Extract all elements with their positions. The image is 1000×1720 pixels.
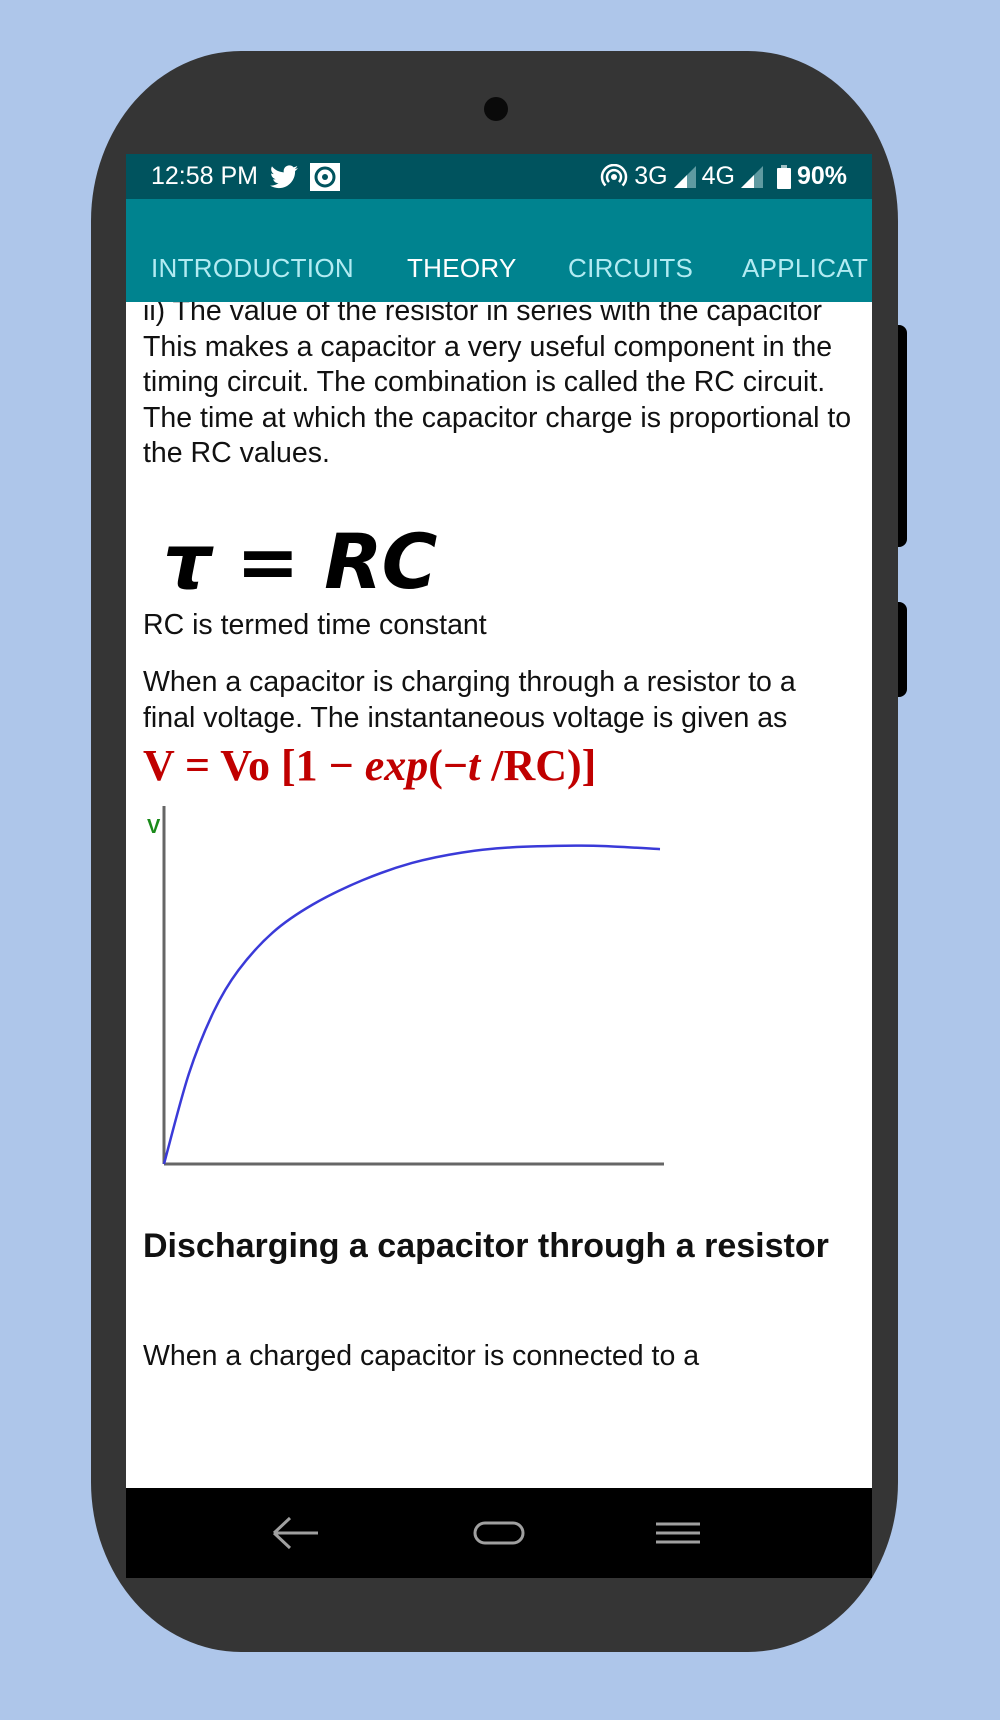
tab-bar: INTRODUCTION THEORY CIRCUITS APPLICAT <box>126 199 872 302</box>
twitter-icon <box>270 164 299 189</box>
home-button[interactable] <box>469 1510 529 1556</box>
tab-applications[interactable]: APPLICAT <box>742 253 868 284</box>
home-icon <box>473 1521 525 1545</box>
charging-curve-chart: V <box>143 804 743 1186</box>
formula-part: exp <box>364 741 429 790</box>
camera-app-icon <box>310 162 341 191</box>
formula-part: V = Vo [1 − <box>143 741 365 790</box>
status-bar: 12:58 PM 3G 4G 90% <box>126 154 872 199</box>
recents-icon <box>656 1522 700 1544</box>
screen: 12:58 PM 3G 4G 90% INTRODUCTION THEORY C… <box>126 154 872 1578</box>
signal-icon <box>673 165 696 188</box>
signal-icon <box>740 165 763 188</box>
battery-icon <box>776 164 791 189</box>
paragraph: ii) The value of the resistor in series … <box>143 302 823 327</box>
network-4g-label: 4G <box>701 162 735 190</box>
chart-svg: V <box>147 804 664 1166</box>
time-constant-formula: τ = RC <box>163 516 437 606</box>
paragraph: RC is termed time constant <box>143 608 487 641</box>
theory-content[interactable]: ii) The value of the resistor in series … <box>126 302 872 1578</box>
charging-curve-line <box>162 844 661 1165</box>
formula-part: (− <box>428 741 468 790</box>
y-axis-label: V <box>147 816 161 838</box>
formula-part: /RC)] <box>480 741 597 790</box>
tab-theory[interactable]: THEORY <box>407 253 517 284</box>
formula-part: t <box>467 741 481 790</box>
back-icon <box>272 1516 318 1550</box>
section-heading: Discharging a capacitor through a resist… <box>143 1227 829 1265</box>
tab-circuits[interactable]: CIRCUITS <box>568 253 693 284</box>
battery-percent: 90% <box>796 162 847 190</box>
front-camera <box>484 97 508 121</box>
volume-button <box>898 602 907 697</box>
recents-button[interactable] <box>648 1510 708 1556</box>
status-time: 12:58 PM <box>151 162 259 190</box>
charging-voltage-formula: V = Vo [1 − exp(−t /RC)] <box>143 741 855 791</box>
paragraph: When a charged capacitor is connected to… <box>143 1340 700 1372</box>
tab-introduction[interactable]: INTRODUCTION <box>151 253 354 284</box>
network-3g-label: 3G <box>634 162 668 190</box>
paragraph: When a capacitor is charging through a r… <box>143 666 796 734</box>
back-button[interactable] <box>266 1510 326 1556</box>
paragraph: This makes a capacitor a very useful com… <box>143 330 852 470</box>
navigation-bar <box>126 1488 872 1578</box>
power-button <box>898 325 907 547</box>
hotspot-icon <box>600 163 628 190</box>
